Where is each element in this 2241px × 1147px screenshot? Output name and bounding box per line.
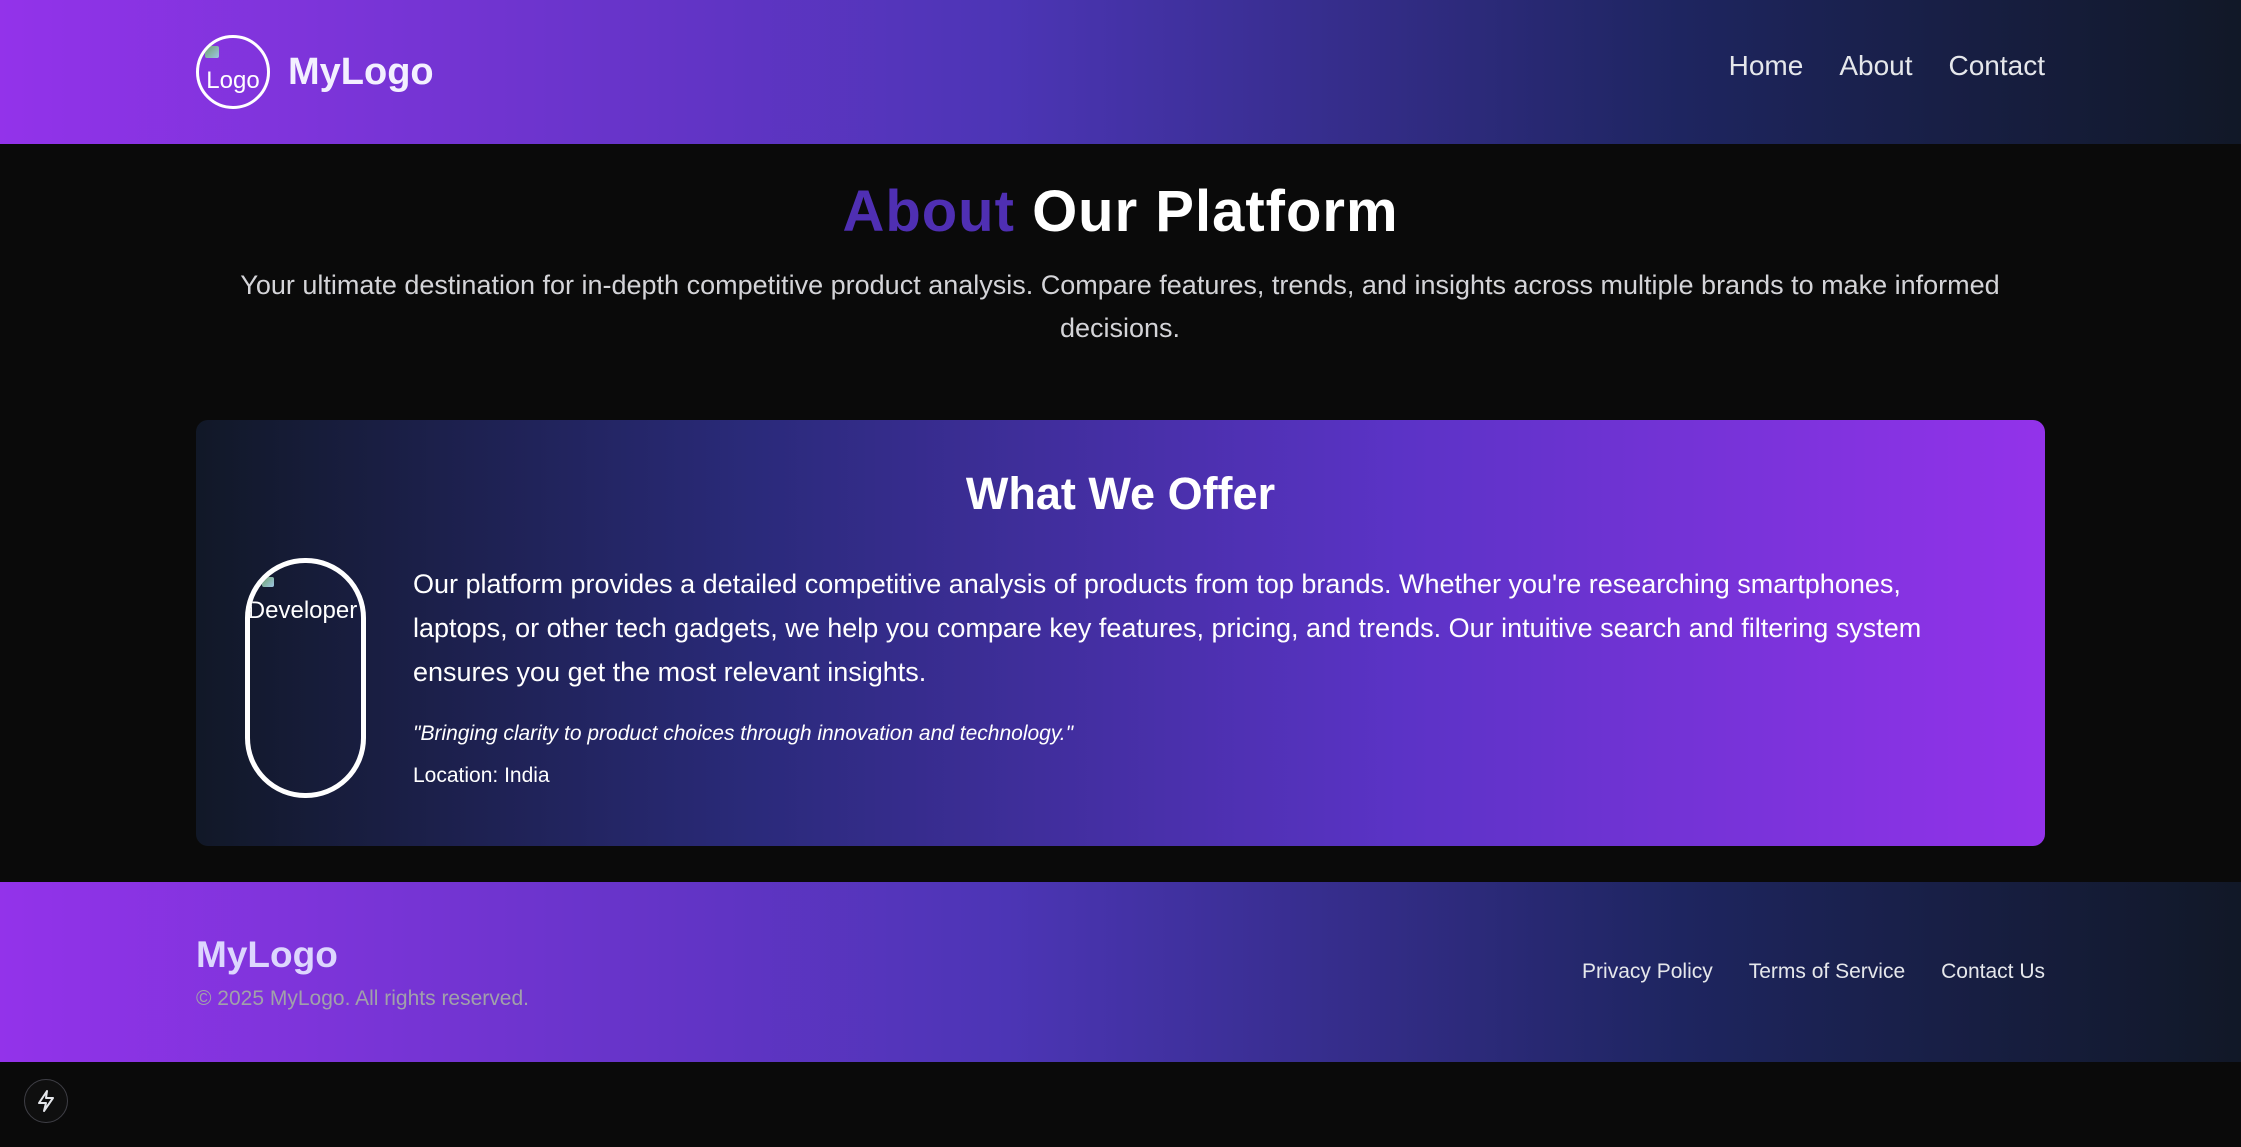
broken-image-icon — [262, 577, 274, 587]
developer-image: Developer — [245, 558, 366, 798]
footer-contact-link[interactable]: Contact Us — [1941, 960, 2045, 984]
offer-quote: "Bringing clarity to product choices thr… — [413, 722, 1074, 745]
offer-title: What We Offer — [965, 468, 1276, 519]
site-header: Logo MyLogo Home About Contact — [0, 0, 2241, 144]
page-subtitle: Your ultimate destination for in-depth c… — [240, 270, 2000, 343]
logo-alt-text: Logo — [206, 67, 260, 94]
page-title: About Our Platform — [0, 178, 2241, 245]
footer-terms-link[interactable]: Terms of Service — [1749, 960, 1905, 984]
footer-brand: MyLogo — [196, 934, 338, 975]
footer-copyright: © 2025 MyLogo. All rights reserved. — [196, 987, 529, 1010]
brand[interactable]: Logo MyLogo — [196, 35, 434, 109]
nav-about-link[interactable]: About — [1839, 50, 1912, 82]
developer-alt-text: Developer — [247, 597, 358, 624]
page-title-rest: Our Platform — [1032, 179, 1399, 244]
broken-image-icon — [205, 46, 219, 58]
offer-description: Our platform provides a detailed competi… — [413, 569, 1922, 687]
dev-tools-button[interactable] — [24, 1079, 68, 1123]
brand-name: MyLogo — [288, 50, 434, 93]
footer-links: Privacy Policy Terms of Service Contact … — [1582, 960, 2045, 984]
offer-location: Location: India — [413, 764, 550, 787]
nav-home-link[interactable]: Home — [1729, 50, 1804, 82]
footer-privacy-link[interactable]: Privacy Policy — [1582, 960, 1713, 984]
logo-image: Logo — [196, 35, 270, 109]
nav-contact-link[interactable]: Contact — [1949, 50, 2046, 82]
offer-card: What We Offer Developer Our platform pro… — [196, 420, 2045, 846]
main-nav: Home About Contact — [1729, 50, 2045, 82]
page-title-accent: About — [842, 179, 1015, 244]
lightning-bolt-icon — [38, 1090, 54, 1112]
site-footer: MyLogo © 2025 MyLogo. All rights reserve… — [0, 882, 2241, 1062]
